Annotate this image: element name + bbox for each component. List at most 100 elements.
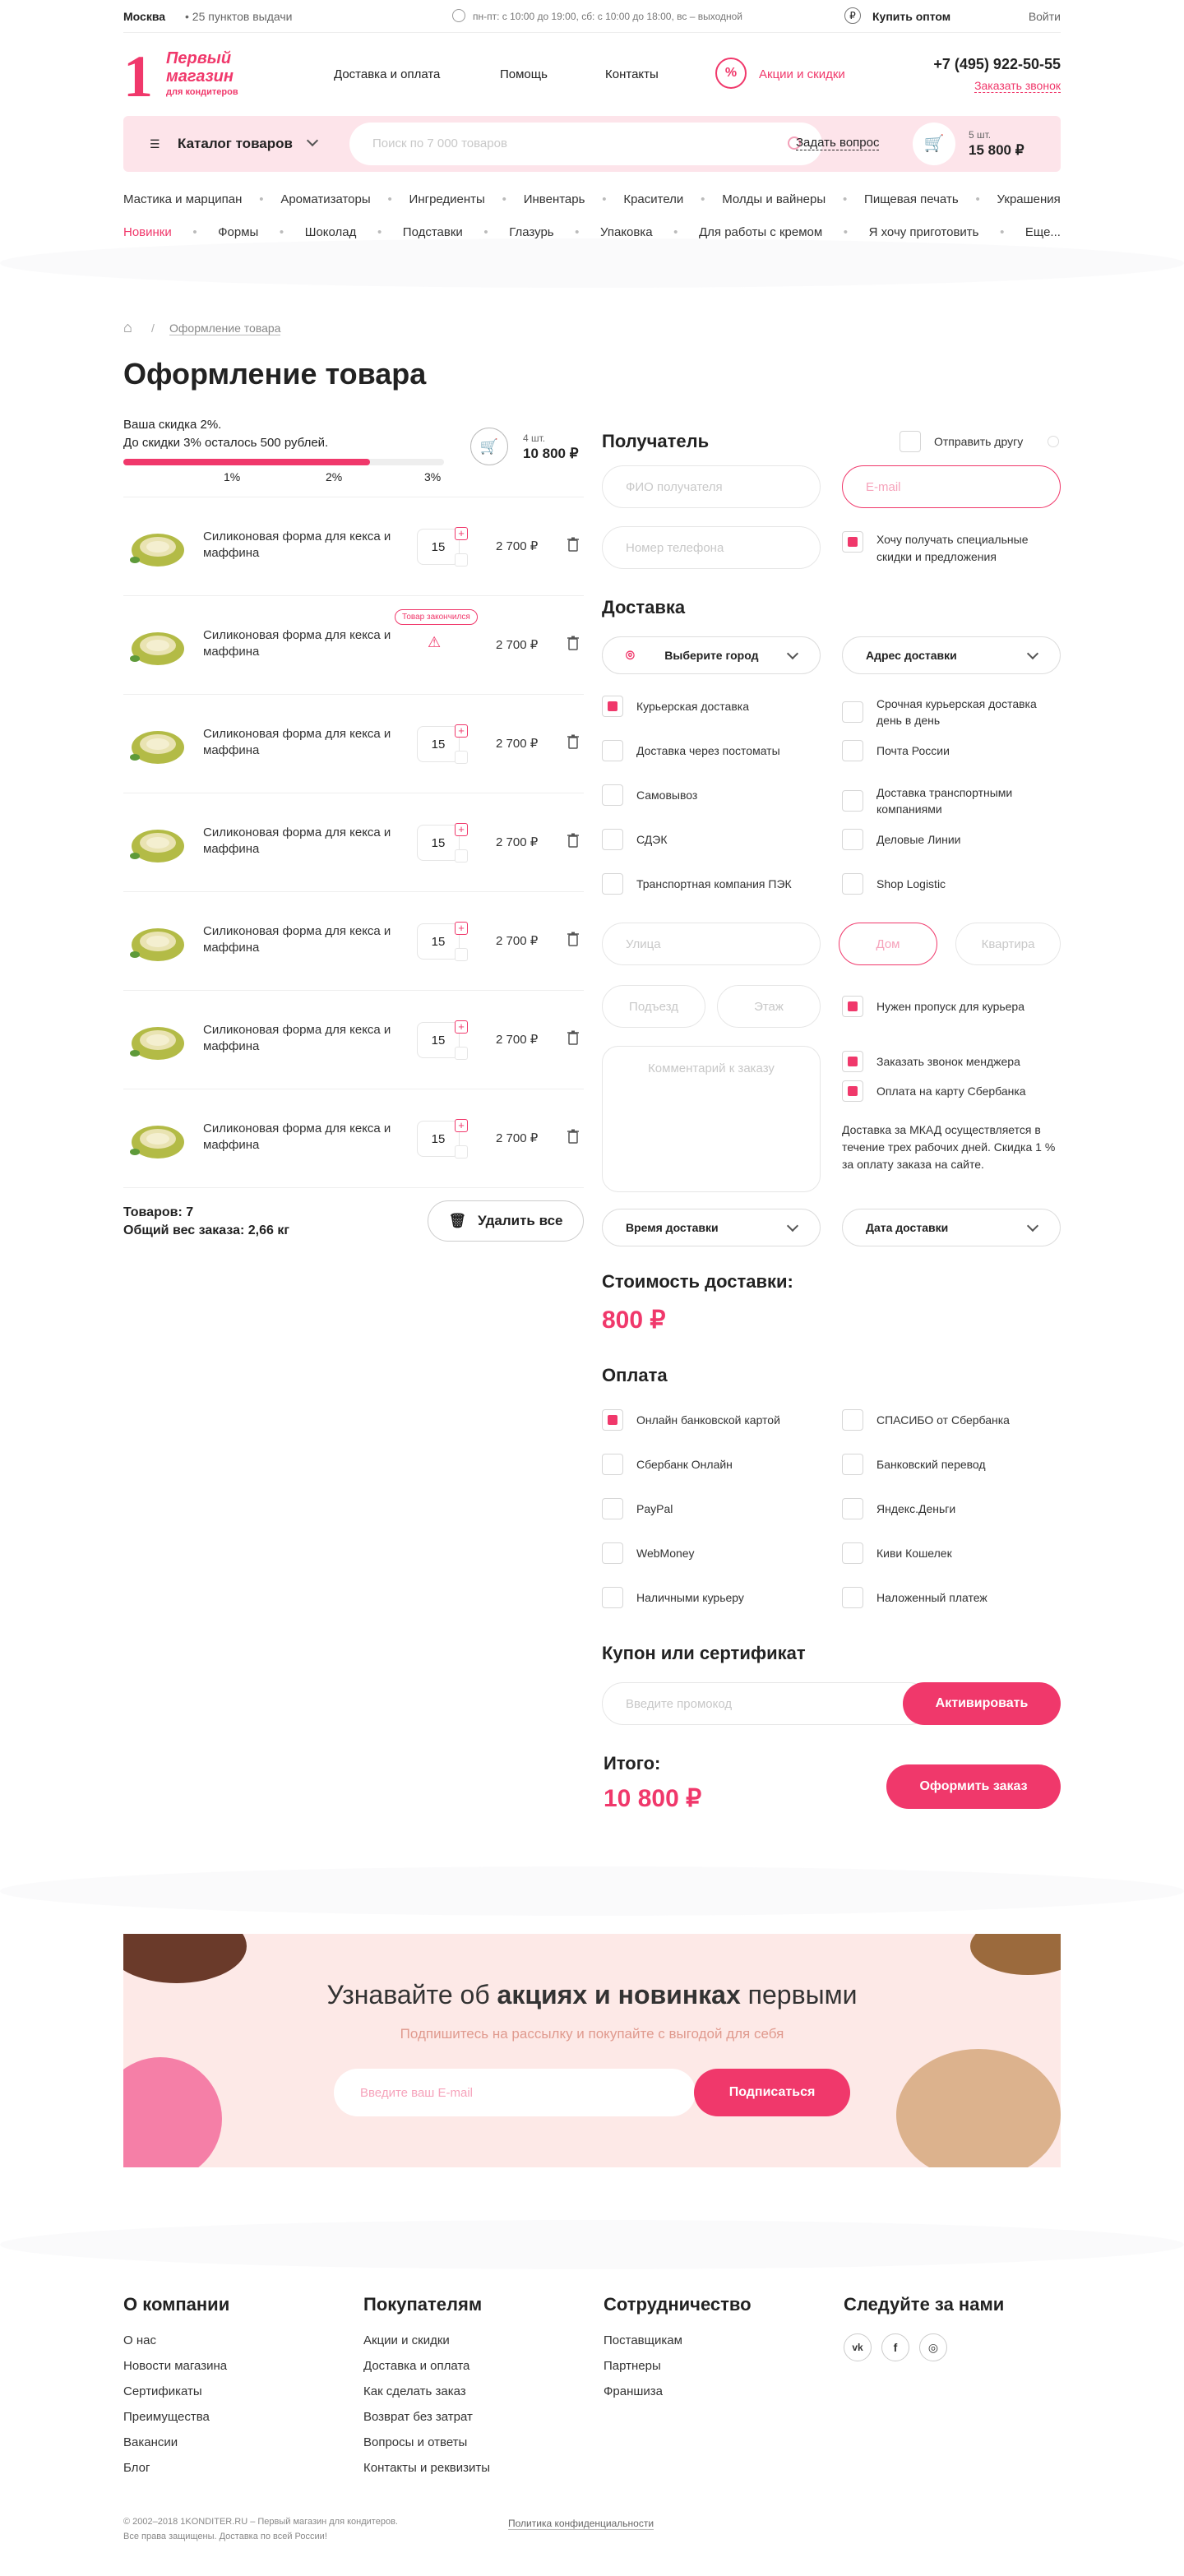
street-field[interactable]: Улица [602,923,821,965]
footer-company-link[interactable]: Сертификаты [123,2384,229,2398]
footer-buyers-link[interactable]: Контакты и реквизиты [363,2461,490,2475]
cart-icon[interactable]: 🛒 [913,123,955,165]
checkbox[interactable] [842,1587,863,1608]
home-icon[interactable]: ⌂ [123,319,132,336]
category-link[interactable]: Инвентарь [524,192,585,206]
checkbox[interactable] [842,1409,863,1431]
minus-button[interactable] [455,849,468,863]
footer-company-link[interactable]: Преимущества [123,2410,229,2424]
place-order-button[interactable]: Оформить заказ [886,1764,1061,1809]
category-link[interactable]: Шоколад [305,225,357,239]
payment-option[interactable]: WebMoney [602,1542,821,1564]
checkbox[interactable] [602,784,623,806]
delivery-option[interactable]: Транспортная компания ПЭК [602,873,821,895]
checkbox[interactable] [842,996,863,1017]
minus-button[interactable] [455,1145,468,1159]
quantity-input[interactable]: 15 [417,1022,460,1058]
category-link[interactable]: Формы [218,225,258,239]
instagram-icon[interactable]: ◎ [919,2333,947,2361]
promo-link[interactable]: Акции и скидки [759,67,845,81]
category-link[interactable]: Я хочу приготовить [869,225,979,239]
call-manager-checkbox[interactable]: Заказать звонок менджера [842,1051,1020,1072]
ask-question-link[interactable]: Задать вопрос [796,136,880,150]
checkbox[interactable] [602,1587,623,1608]
footer-company-link[interactable]: О нас [123,2333,229,2347]
checkbox[interactable] [602,1409,623,1431]
entrance-field[interactable]: Подъезд [602,985,705,1028]
category-link[interactable]: Еще... [1025,225,1061,239]
footer-buyers-link[interactable]: Вопросы и ответы [363,2435,490,2449]
payment-option[interactable]: Наложенный платеж [842,1587,1061,1608]
subscribe-checkbox[interactable]: Хочу получать специальные скидки и предл… [842,531,1061,566]
catalog-button[interactable]: Каталог товаров [178,136,293,152]
checkbox[interactable] [842,1454,863,1475]
send-friend-checkbox[interactable]: Отправить другу [900,431,1023,452]
product-name[interactable]: Силиконовая форма для кекса и маффина [203,923,400,956]
payment-option[interactable]: PayPal [602,1498,821,1519]
category-link[interactable]: Мастика и марципан [123,192,242,206]
footer-company-link[interactable]: Блог [123,2461,229,2475]
delivery-option[interactable]: СДЭК [602,829,821,850]
checkbox[interactable] [842,790,863,812]
delivery-option[interactable]: Shop Logistic [842,873,1061,895]
category-link[interactable]: Пищевая печать [864,192,959,206]
trash-icon[interactable] [567,636,579,650]
product-name[interactable]: Силиконовая форма для кекса и маффина [203,1121,400,1154]
pass-checkbox[interactable]: Нужен пропуск для курьера [842,996,1024,1017]
payment-option[interactable]: Киви Кошелек [842,1542,1061,1564]
nav-delivery[interactable]: Доставка и оплата [334,67,440,81]
category-link[interactable]: Подставки [403,225,463,239]
checkbox[interactable] [842,1051,863,1072]
product-image[interactable] [123,719,189,769]
footer-company-link[interactable]: Новости магазина [123,2359,229,2373]
login-link[interactable]: Войти [1029,10,1061,23]
checkbox[interactable] [842,1080,863,1102]
payment-option[interactable]: Яндекс.Деньги [842,1498,1061,1519]
checkbox[interactable] [602,1454,623,1475]
footer-partners-link[interactable]: Партнеры [604,2359,752,2373]
trash-icon[interactable] [567,734,579,749]
flat-field[interactable]: Квартира [955,923,1061,965]
checkbox[interactable] [602,873,623,895]
product-image[interactable] [123,818,189,867]
footer-buyers-link[interactable]: Доставка и оплата [363,2359,490,2373]
category-link[interactable]: Ароматизаторы [280,192,370,206]
phone-field[interactable]: Номер телефона [602,526,821,569]
address-select[interactable]: Адрес доставки [842,636,1061,674]
payment-option[interactable]: СПАСИБО от Сбербанка [842,1409,1061,1431]
product-name[interactable]: Силиконовая форма для кекса и маффина [203,726,400,759]
trash-icon[interactable] [567,537,579,552]
product-name[interactable]: Силиконовая форма для кекса и маффина [203,1022,400,1055]
logo[interactable]: 1 Первый магазин для кондитеров [123,44,247,109]
floor-field[interactable]: Этаж [717,985,821,1028]
delivery-option[interactable]: Деловые Линии [842,829,1061,850]
minus-button[interactable] [455,553,468,567]
footer-company-link[interactable]: Вакансии [123,2435,229,2449]
category-link[interactable]: Красители [623,192,683,206]
trash-icon[interactable] [567,1129,579,1144]
nav-contacts[interactable]: Контакты [605,67,659,81]
subscribe-button[interactable]: Подписаться [694,2069,850,2116]
checkbox[interactable] [842,1498,863,1519]
city-select[interactable]: ⌾ Выберите город [602,636,821,674]
checkbox[interactable] [842,1542,863,1564]
checkbox[interactable] [842,740,863,761]
category-link[interactable]: Новинки [123,225,172,239]
checkbox[interactable] [602,1498,623,1519]
delivery-option[interactable]: Доставка через постоматы [602,740,821,761]
footer-buyers-link[interactable]: Возврат без затрат [363,2410,490,2424]
category-link[interactable]: Глазурь [509,225,553,239]
coupon-input[interactable]: Введите промокод [602,1682,931,1725]
recipient-name-field[interactable]: ФИО получателя [602,465,821,508]
plus-button[interactable]: + [455,1020,468,1034]
product-image[interactable] [123,1114,189,1163]
category-link[interactable]: Молды и вайнеры [722,192,826,206]
delivery-time-select[interactable]: Время доставки [602,1209,821,1246]
product-name[interactable]: Силиконовая форма для кекса и маффина [203,529,400,562]
plus-button[interactable]: + [455,823,468,836]
activate-button[interactable]: Активировать [903,1682,1061,1725]
category-link[interactable]: Украшения [997,192,1061,206]
wholesale-link[interactable]: Купить оптом [872,10,950,23]
plus-button[interactable]: + [455,724,468,738]
payment-option[interactable]: Банковский перевод [842,1454,1061,1475]
